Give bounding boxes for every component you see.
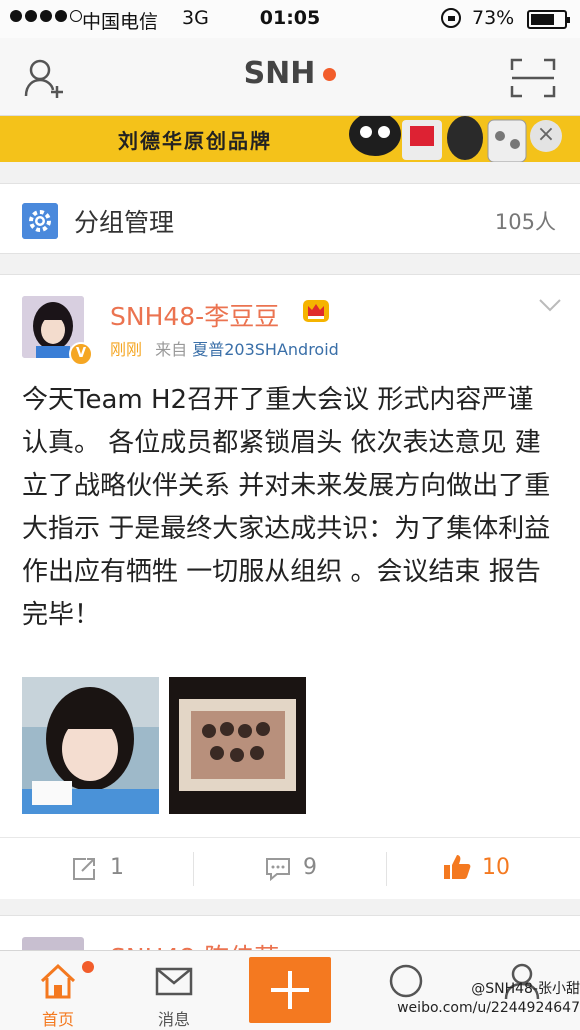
battery-percent: 73% [472,7,515,29]
notification-dot [82,961,94,973]
post-author[interactable]: SNH48-李豆豆 [110,297,279,333]
watermark-user: @SNH48-张小甜 [471,981,580,997]
tab-messages[interactable]: 消息 [116,951,232,1030]
tab-home[interactable]: 首页 [0,951,116,1030]
banner-text: 刘德华原创品牌 [118,129,272,153]
unread-dot [323,68,337,81]
weibo-watermark: @SNH48-张小甜 weibo.com/u/2244924647 [390,980,580,1018]
like-button[interactable]: 10 [386,838,579,900]
repost-icon [73,858,95,880]
verified-badge-icon: V [69,342,93,366]
post-time: 刚刚 [110,340,143,359]
tab-home-label: 首页 [41,1010,74,1029]
post-source[interactable]: 夏普203SHAndroid [192,340,339,359]
battery-icon [527,10,570,29]
comment-icon [266,858,290,881]
group-title[interactable]: SNH [0,56,580,91]
repost-button[interactable]: 1 [0,838,193,900]
source-prefix: 来自 [155,340,188,359]
post-actions: 1 9 10 [0,837,580,899]
message-icon [155,967,193,996]
post-image-2[interactable] [169,677,306,814]
gear-icon [22,203,58,239]
vip-crown-icon[interactable] [302,297,330,325]
group-management-row[interactable]: 分组管理 105人 [0,183,580,254]
comment-count: 9 [303,855,317,880]
like-count: 10 [482,855,510,880]
comment-button[interactable]: 9 [193,838,386,900]
promo-banner[interactable]: 刘德华原创品牌 × [0,116,580,162]
post-meta: 刚刚 来自 夏普203SHAndroid [110,336,339,360]
thumbs-up-icon [444,855,471,879]
repost-count: 1 [110,855,124,880]
post-image-1[interactable] [22,677,159,814]
tab-messages-label: 消息 [157,1010,190,1029]
weibo-post[interactable]: V SNH48-李豆豆 刚刚 来自 夏普203SHAndroid 今天Team … [0,274,580,899]
rotation-lock-icon [441,8,461,28]
scan-icon[interactable] [510,58,556,98]
nav-bar: SNH [0,38,580,116]
home-icon [40,963,76,999]
close-banner-button[interactable]: × [530,120,562,152]
plus-icon [271,971,309,1009]
watermark-url: weibo.com/u/2244924647 [397,1000,580,1016]
chevron-down-icon[interactable] [538,297,562,313]
compose-button[interactable] [249,957,331,1023]
status-bar: 中国电信 3G 01:05 73% [0,0,580,38]
post-content: 今天Team H2召开了重大会议 形式内容严谨认真。 各位成员都紧锁眉头 依次表… [22,385,551,630]
group-member-count: 105人 [494,210,556,234]
group-title-text: SNH [243,56,316,91]
group-management-label: 分组管理 [74,208,175,237]
